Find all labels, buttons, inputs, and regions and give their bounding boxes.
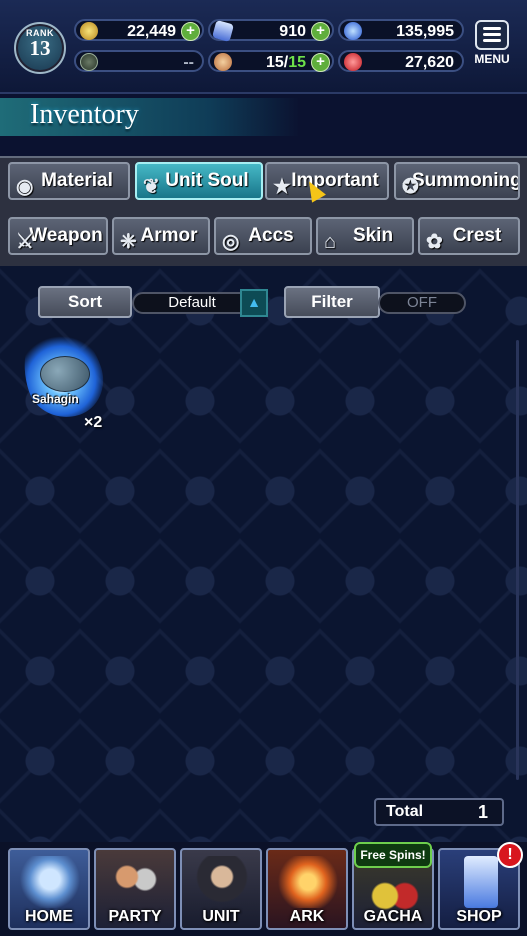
stamina-max: 15: [288, 54, 306, 71]
stamina-currency: 15/15 +: [208, 50, 334, 72]
nav-unit[interactable]: UNIT: [180, 848, 262, 930]
tab-skin[interactable]: ⌂ Skin: [316, 217, 414, 255]
unit-character-icon: [192, 856, 252, 908]
sword-emblem-icon: [80, 53, 98, 71]
total-count-box: Total 1: [374, 798, 504, 826]
bag-icon: ◉: [16, 176, 34, 198]
menu-icon: [475, 20, 509, 50]
sort-button[interactable]: Sort: [38, 286, 132, 318]
shop-crystal-icon: [464, 856, 498, 908]
tab-skin-label: Skin: [352, 225, 394, 246]
nav-ark[interactable]: ARK: [266, 848, 348, 930]
nav-ark-label: ARK: [289, 908, 325, 925]
sort-order-toggle[interactable]: ▲: [240, 289, 268, 317]
free-spins-badge: Free Spins!: [354, 842, 432, 868]
sort-value[interactable]: Default: [132, 292, 252, 314]
menu-button[interactable]: MENU: [470, 20, 514, 70]
stamina-value: 15/15: [266, 54, 306, 72]
arena-currency: --: [74, 50, 204, 72]
tab-material-label: Material: [41, 170, 113, 191]
tab-summoning-label: Summoning: [412, 170, 520, 191]
nav-shop-label: SHOP: [456, 908, 502, 925]
tab-material[interactable]: ◉ Material: [8, 162, 130, 200]
gil-coin-icon: [80, 22, 98, 40]
tab-accs[interactable]: ◎ Accs: [214, 217, 312, 255]
tab-summoning[interactable]: ✪ Summoning: [394, 162, 520, 200]
lapis-plus-button[interactable]: +: [311, 22, 330, 41]
tab-weapon[interactable]: ⚔ Weapon: [8, 217, 108, 255]
stamina-ticket-icon: [214, 53, 232, 71]
scrollbar[interactable]: [516, 340, 519, 780]
tab-accs-label: Accs: [248, 225, 294, 246]
tab-unit-soul[interactable]: ❦ Unit Soul: [135, 162, 263, 200]
sword-icon: ⚔: [16, 231, 34, 253]
soul-flame-icon: ❦: [143, 176, 160, 198]
sahagin-portrait: [40, 356, 90, 392]
hanger-icon: ⌂: [324, 231, 337, 253]
crest-icon: ✿: [426, 231, 443, 253]
tab-crest[interactable]: ✿ Crest: [418, 217, 520, 255]
top-status-bar: [0, 0, 527, 94]
shop-alert-badge: !: [497, 842, 523, 868]
lapis-crystal-icon: [211, 19, 235, 43]
nav-party[interactable]: PARTY: [94, 848, 176, 930]
stamina-current: 15/: [265, 54, 289, 71]
nav-home-label: HOME: [25, 908, 73, 925]
party-characters-icon: [106, 856, 166, 908]
armor-icon: ❈: [120, 231, 137, 253]
red-orb-icon: [344, 53, 362, 71]
nav-unit-label: UNIT: [202, 908, 240, 925]
blue-orb-value: 135,995: [396, 23, 454, 40]
phoenix-icon: [278, 856, 338, 908]
blue-orb-icon: [344, 22, 362, 40]
necklace-icon: ◎: [222, 231, 240, 253]
arena-value: --: [183, 54, 194, 71]
total-label: Total: [386, 803, 424, 820]
nav-home[interactable]: HOME: [8, 848, 90, 930]
summon-icon: ✪: [402, 176, 419, 198]
tab-unit-soul-label: Unit Soul: [165, 170, 249, 191]
red-orb-currency: 27,620: [338, 50, 464, 72]
unit-soul-item[interactable]: Sahagin ×2: [11, 312, 113, 431]
gil-currency: 22,449 +: [74, 19, 204, 41]
arrow-up-icon: ▲: [247, 294, 261, 310]
home-castle-icon: [20, 856, 80, 908]
rank-badge: RANK 13: [14, 22, 66, 74]
tab-crest-label: Crest: [452, 225, 502, 246]
lapis-currency: 910 +: [208, 19, 334, 43]
star-icon: ★: [273, 176, 291, 198]
nav-gacha-label: GACHA: [363, 908, 423, 925]
tab-armor[interactable]: ❈ Armor: [112, 217, 210, 255]
blue-orb-currency: 135,995: [338, 19, 464, 41]
tab-weapon-label: Weapon: [29, 225, 103, 246]
stamina-plus-button[interactable]: +: [311, 53, 330, 72]
menu-label: MENU: [474, 52, 510, 66]
item-name: Sahagin: [32, 392, 79, 406]
nav-party-label: PARTY: [108, 908, 162, 925]
lapis-value: 910: [279, 23, 306, 40]
filter-value[interactable]: OFF: [378, 292, 466, 314]
filter-button[interactable]: Filter: [284, 286, 380, 318]
gil-plus-button[interactable]: +: [181, 22, 200, 41]
total-value: 1: [477, 802, 488, 822]
tab-important[interactable]: ★ Important: [265, 162, 389, 200]
red-orb-value: 27,620: [405, 54, 454, 71]
page-title: Inventory: [30, 99, 139, 130]
item-quantity: ×2: [84, 414, 103, 431]
tab-armor-label: Armor: [140, 225, 198, 246]
rank-value: 13: [29, 36, 51, 60]
gil-value: 22,449: [127, 23, 176, 40]
